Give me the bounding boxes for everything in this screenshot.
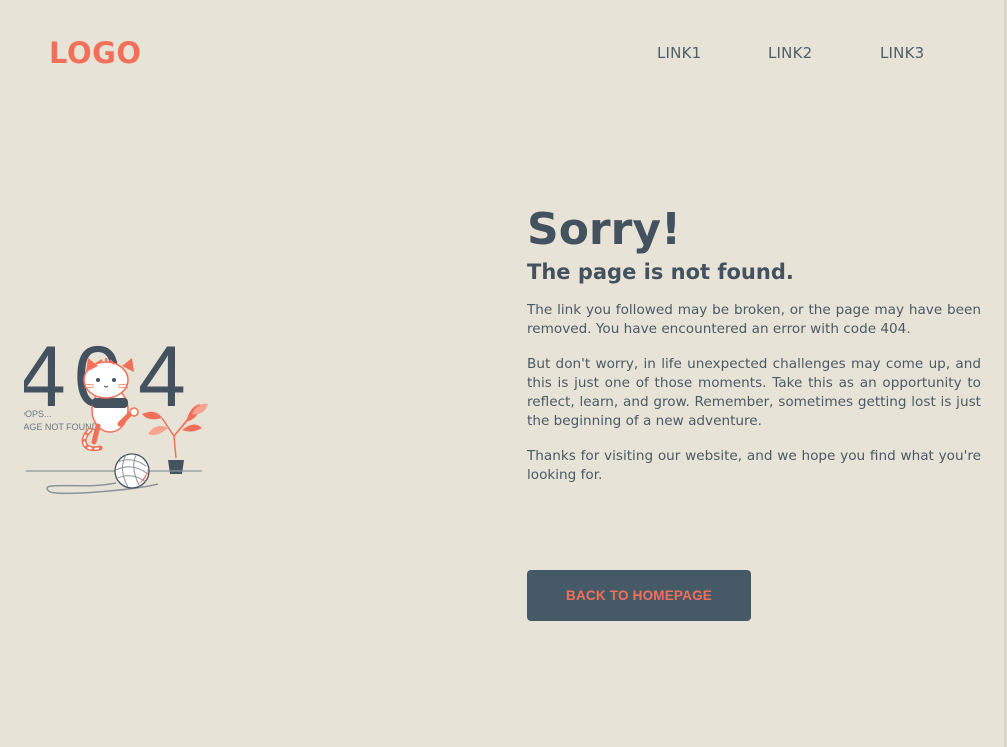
paragraph-thanks: Thanks for visiting our website, and we … xyxy=(527,448,981,483)
404-illustration-graphic: 4 0 4 OOPS... PAGE NOT FOUND xyxy=(18,329,208,495)
cat-icon xyxy=(81,358,139,452)
main-nav: LINK1 LINK2 LINK3 xyxy=(0,44,1007,64)
nav-link-1[interactable]: LINK1 xyxy=(657,44,701,62)
yarn-ball-icon xyxy=(46,453,159,495)
back-to-homepage-button[interactable]: BACK TO HOMEPAGE xyxy=(527,570,751,621)
page-subtitle: The page is not found. xyxy=(527,260,794,284)
paragraph-error-info: The link you followed may be broken, or … xyxy=(527,302,981,337)
site-header: LOGO LINK1 LINK2 LINK3 xyxy=(0,0,1007,100)
nav-link-3[interactable]: LINK3 xyxy=(880,44,924,62)
caption-oops: OOPS... xyxy=(24,409,52,419)
error-content: Sorry! The page is not found. The link y… xyxy=(527,205,981,501)
page-title: Sorry! xyxy=(527,204,682,255)
paragraph-encouragement: But don't worry, in life unexpected chal… xyxy=(527,356,981,429)
404-cat-illustration: 4 0 4 OOPS... PAGE NOT FOUND xyxy=(18,318,208,498)
digit-4-right: 4 xyxy=(138,329,186,425)
nav-link-2[interactable]: LINK2 xyxy=(768,44,812,62)
